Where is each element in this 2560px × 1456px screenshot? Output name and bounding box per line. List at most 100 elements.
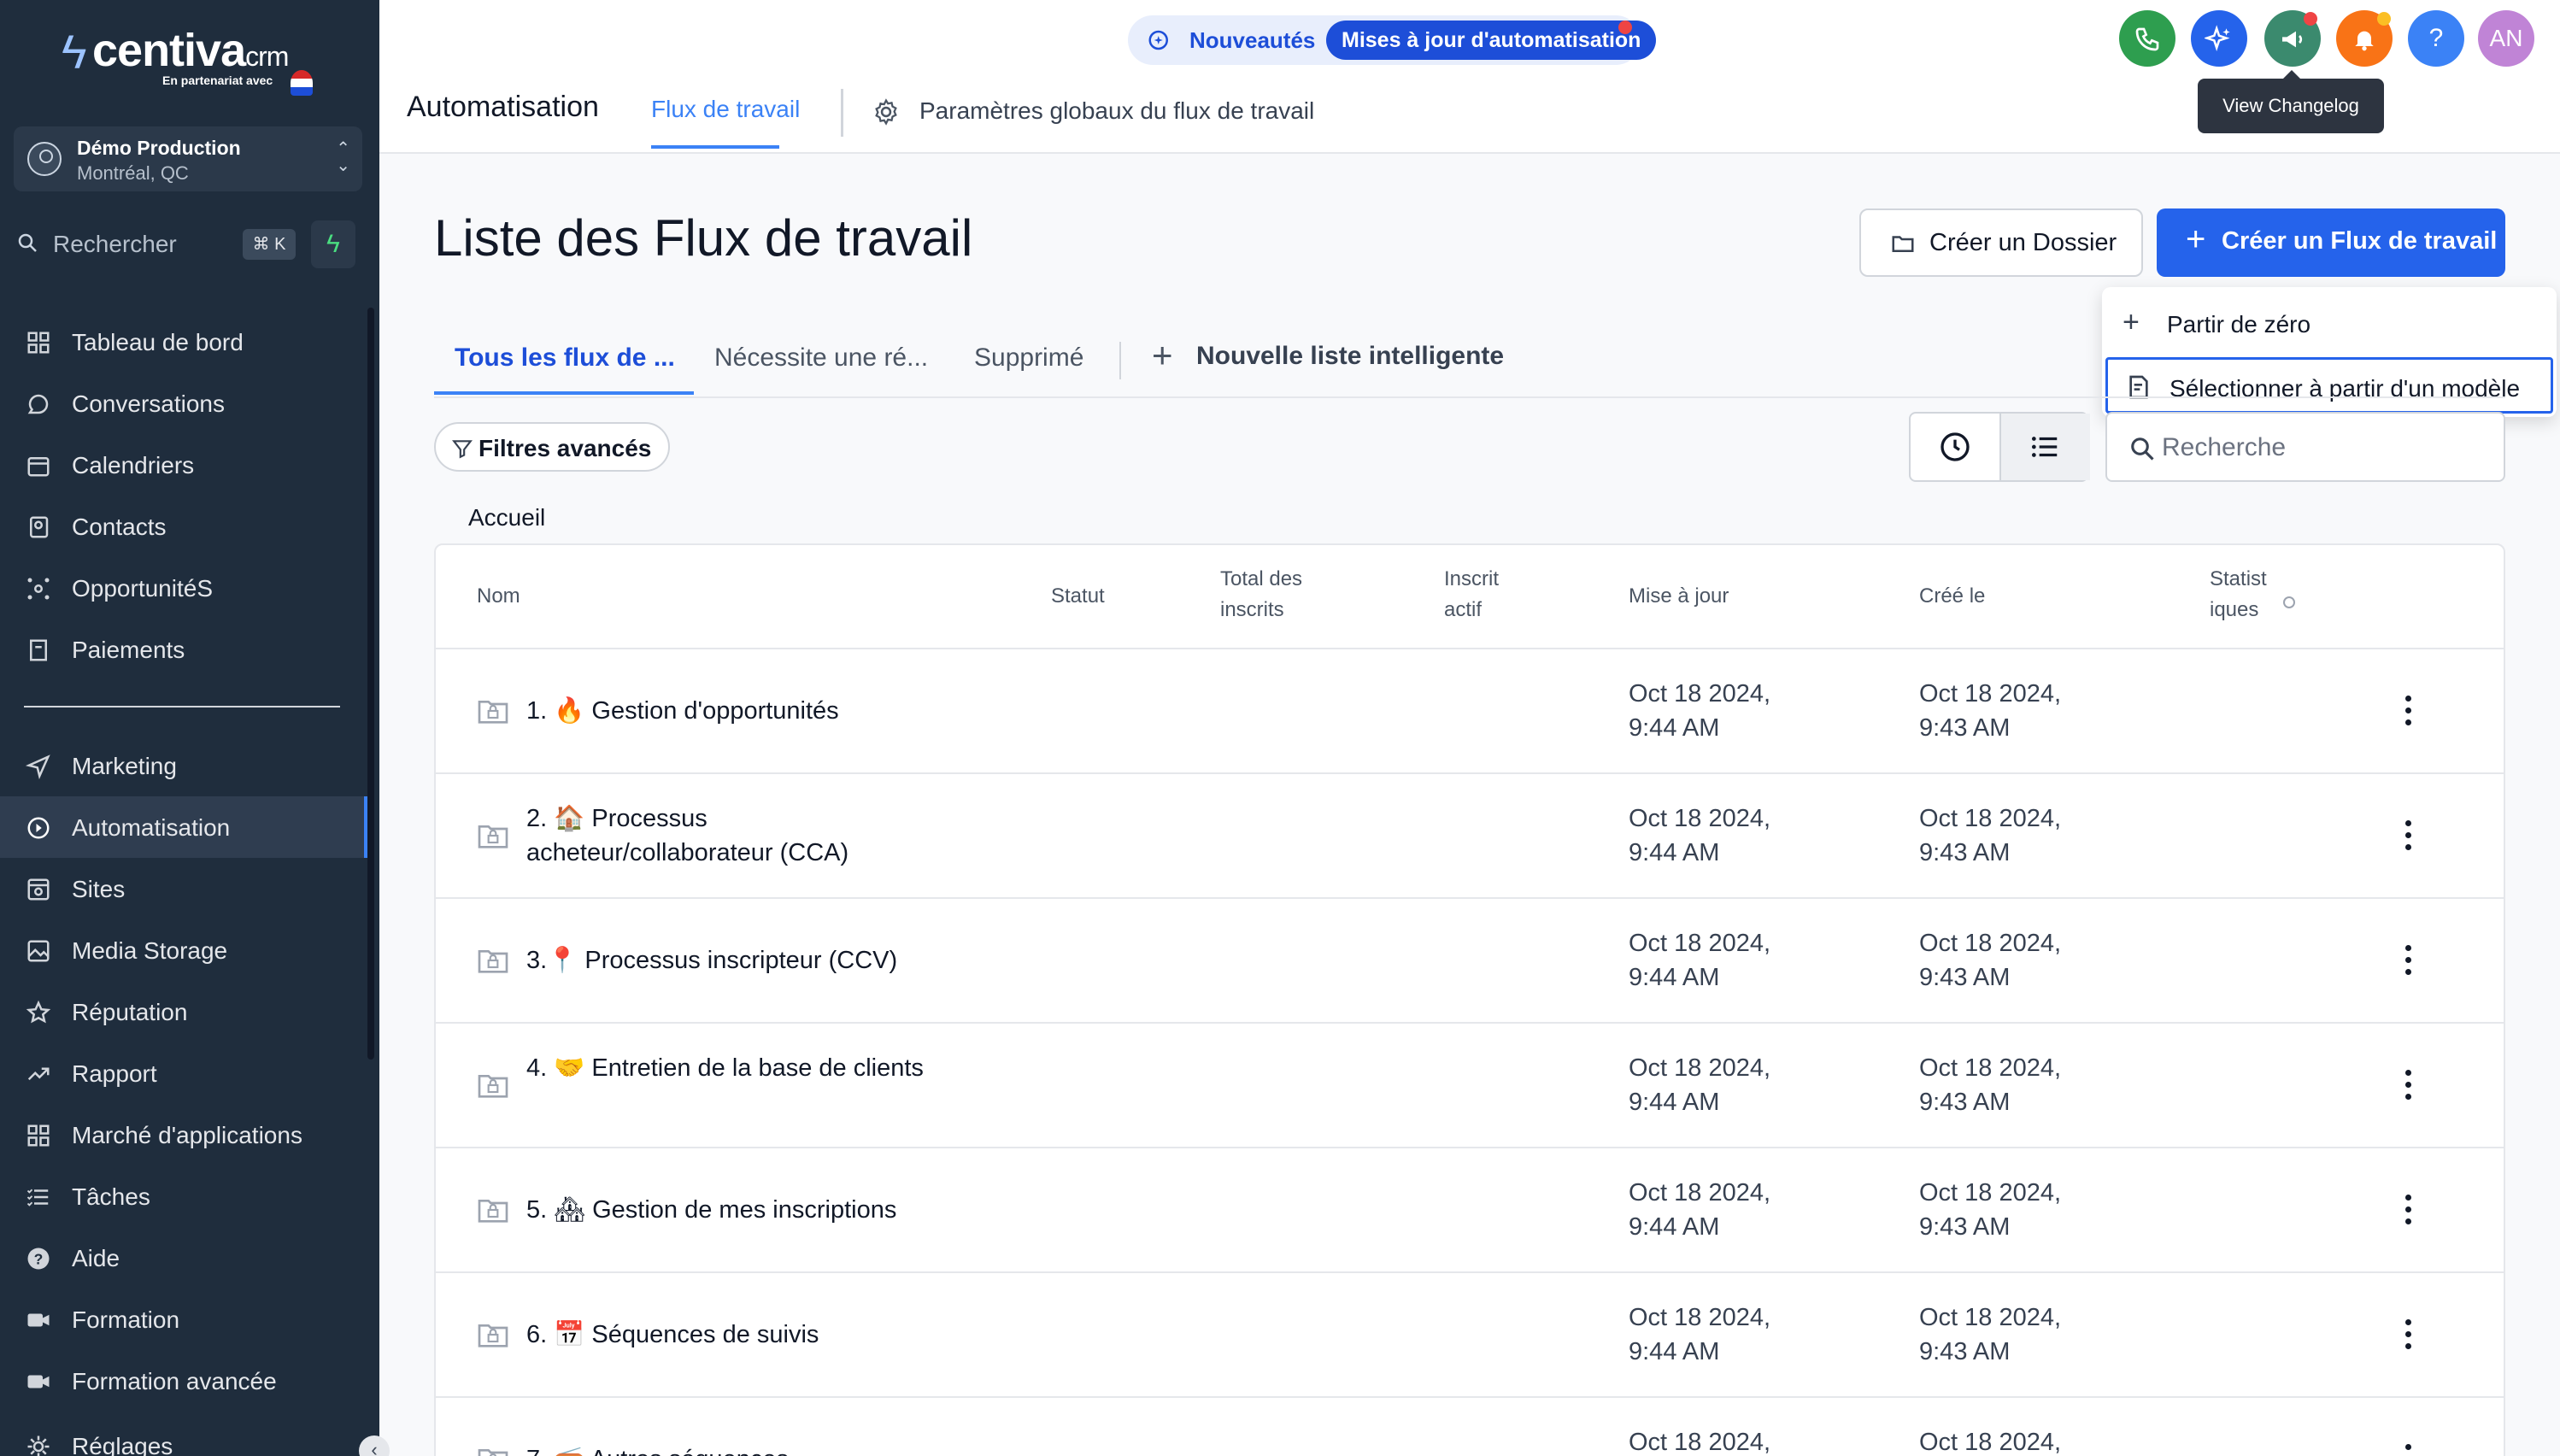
table-row[interactable]: 6. 📅 Séquences de suivis Oct 18 2024, 9:4… — [436, 1273, 2504, 1398]
sidebar-item-rapport[interactable]: Rapport — [0, 1042, 369, 1104]
tab-all-workflows[interactable]: Tous les flux de ... — [455, 343, 675, 373]
tab-global-settings[interactable]: Paramètres globaux du flux de travail — [919, 97, 1314, 125]
brand-logo[interactable]: ϟ centivacrm En partenariat avec — [62, 24, 318, 101]
col-created[interactable]: Créé le — [1919, 581, 1985, 612]
sidebar-item-calendriers[interactable]: Calendriers — [0, 434, 369, 496]
sidebar-item-label: Rapport — [72, 1060, 157, 1087]
calendar-icon — [27, 457, 50, 477]
lightning-icon: ϟ — [326, 230, 340, 258]
sidebar-search-label: Rechercher — [53, 231, 177, 257]
updated-date: Oct 18 2024, 9:44 AM — [1629, 1304, 1771, 1365]
sidebar-item-march-d-applications[interactable]: Marché d'applications — [0, 1104, 369, 1165]
sidebar-item-aide[interactable]: ? Aide — [0, 1227, 369, 1289]
clock-icon — [1941, 432, 1970, 461]
start-from-scratch-item[interactable]: + Partir de zéro — [2105, 296, 2553, 352]
changelog-button[interactable] — [2264, 10, 2321, 67]
sidebar-item-formation-avanc-e[interactable]: Formation avancée — [0, 1350, 369, 1412]
sidebar-item-t-ches[interactable]: Tâches — [0, 1165, 369, 1227]
col-total-enrolled[interactable]: Total des inscrits — [1220, 564, 1323, 625]
sidebar-item-formation[interactable]: Formation — [0, 1289, 369, 1350]
plus-icon: + — [1152, 335, 1173, 375]
sidebar-search[interactable]: Rechercher ⌘ K — [14, 220, 301, 268]
tab-needs-review[interactable]: Nécessite une ré... — [714, 343, 928, 373]
ai-assistant-button[interactable] — [2191, 10, 2247, 67]
updated-date: Oct 18 2024, 9:44 AM — [1629, 930, 1771, 991]
search-icon — [2131, 437, 2154, 461]
tab-deleted[interactable]: Supprimé — [974, 343, 1083, 373]
table-row[interactable]: 1. 🔥 Gestion d'opportunités Oct 18 2024, … — [436, 649, 2504, 774]
sidebar-item-sites[interactable]: Sites — [0, 858, 369, 919]
news-label: Nouveautés — [1189, 27, 1316, 53]
sites-icon — [27, 878, 50, 901]
sidebar-item-media-storage[interactable]: Media Storage — [0, 919, 369, 981]
sidebar-item-automatisation[interactable]: Automatisation — [0, 796, 369, 858]
user-avatar[interactable]: AN — [2478, 10, 2534, 67]
sidebar-item-marketing[interactable]: Marketing — [0, 735, 369, 796]
notifications-button[interactable] — [2336, 10, 2393, 67]
more-options-icon[interactable] — [2398, 1066, 2418, 1104]
table-row[interactable]: 3.📍 Processus inscripteur (CCV) Oct 18 20… — [436, 899, 2504, 1024]
search-input[interactable] — [2162, 429, 2487, 467]
sidebar-item-contacts[interactable]: Contacts — [0, 496, 369, 557]
sidebar-item-conversations[interactable]: Conversations — [0, 373, 369, 434]
workflow-name[interactable]: 2. 🏠 Processus acheteur/collaborateur (C… — [526, 801, 937, 870]
table-header: Nom Statut Total des inscrits Inscrit ac… — [436, 545, 2504, 649]
sidebar-item-paiements[interactable]: Paiements — [0, 619, 369, 680]
workflow-name[interactable]: 5. 🏘 Gestion de mes inscriptions — [526, 1193, 937, 1227]
created-date: Oct 18 2024, 9:43 AM — [1919, 680, 2062, 742]
table-row[interactable]: 5. 🏘 Gestion de mes inscriptions Oct 18 2… — [436, 1148, 2504, 1273]
breadcrumb[interactable]: Accueil — [468, 504, 545, 531]
more-options-icon[interactable] — [2398, 1191, 2418, 1229]
sidebar-item-label: Réglages — [72, 1433, 173, 1456]
more-options-icon[interactable] — [2398, 1316, 2418, 1353]
list-view-button[interactable] — [2001, 414, 2090, 480]
table-row[interactable]: 2. 🏠 Processus acheteur/collaborateur (C… — [436, 774, 2504, 899]
workflow-name[interactable]: 7. 📻 Autres séquences — [526, 1442, 937, 1456]
automation-updates-pill[interactable]: Mises à jour d'automatisation — [1326, 21, 1657, 60]
sidebar-item-label: Sites — [72, 876, 126, 902]
location-icon — [27, 142, 62, 176]
sidebar-scrollbar[interactable] — [367, 308, 374, 1060]
tab-workflows[interactable]: Flux de travail — [651, 96, 800, 123]
workflow-name[interactable]: 1. 🔥 Gestion d'opportunités — [526, 694, 937, 728]
col-name[interactable]: Nom — [477, 581, 520, 612]
location-switcher[interactable]: Démo Production Montréal, QC ⌃ ⌄ — [14, 126, 362, 191]
star-icon — [26, 1000, 51, 1024]
table-row[interactable]: 4. 🤝 Entretien de la base de clients Oct … — [436, 1024, 2504, 1148]
workflow-name[interactable]: 3.📍 Processus inscripteur (CCV) — [526, 943, 937, 978]
more-options-icon[interactable] — [2398, 942, 2418, 979]
select-from-template-item[interactable]: Sélectionner à partir d'un modèle — [2105, 357, 2553, 414]
help-button[interactable]: ? — [2408, 10, 2464, 67]
workflow-name[interactable]: 4. 🤝 Entretien de la base de clients — [526, 1051, 937, 1085]
history-view-button[interactable] — [1911, 414, 1999, 480]
sidebar-item-opportunit-s[interactable]: OpportunitéS — [0, 557, 369, 619]
sidebar-item-label: Tableau de bord — [72, 329, 244, 355]
quick-actions-button[interactable]: ϟ — [311, 220, 355, 268]
sidebar-item-label: Marketing — [72, 753, 177, 779]
col-status[interactable]: Statut — [1051, 581, 1105, 612]
notification-dot — [2304, 12, 2317, 26]
video-icon — [27, 1313, 50, 1327]
workflow-name[interactable]: 6. 📅 Séquences de suivis — [526, 1318, 937, 1352]
phone-button[interactable] — [2119, 10, 2175, 67]
more-options-icon[interactable] — [2398, 692, 2418, 730]
col-active-enrolled[interactable]: Inscrit actif — [1444, 564, 1521, 625]
updated-date: Oct 18 2024, 9:44 AM — [1629, 805, 1771, 866]
sidebar-item-tableau-de-bord[interactable]: Tableau de bord — [0, 311, 369, 373]
plus-icon: + — [2123, 306, 2140, 338]
more-options-icon[interactable] — [2398, 817, 2418, 854]
create-folder-button[interactable]: Créer un Dossier — [1859, 208, 2143, 277]
whats-new-banner[interactable]: Nouveautés Mises à jour d'automatisation — [1128, 15, 1657, 65]
sidebar-item-r-putation[interactable]: Réputation — [0, 981, 369, 1042]
section-title: Automatisation — [407, 91, 599, 123]
col-updated[interactable]: Mise à jour — [1629, 581, 1729, 612]
created-date: Oct 18 2024, 9:43 AM — [1919, 1304, 2062, 1365]
folder-lock-icon — [478, 701, 508, 724]
sidebar-item-r-glages[interactable]: Réglages — [0, 1415, 369, 1456]
collapse-sidebar-button[interactable]: ‹ — [359, 1435, 390, 1456]
advanced-filters-button[interactable]: Filtres avancés — [434, 422, 670, 472]
more-options-icon[interactable] — [2398, 1441, 2418, 1456]
table-row[interactable]: 7. 📻 Autres séquences Oct 18 2024, 9:44 A… — [436, 1398, 2504, 1456]
create-workflow-button[interactable]: + Créer un Flux de travail — [2157, 208, 2505, 277]
help-icon: ? — [27, 1248, 50, 1270]
